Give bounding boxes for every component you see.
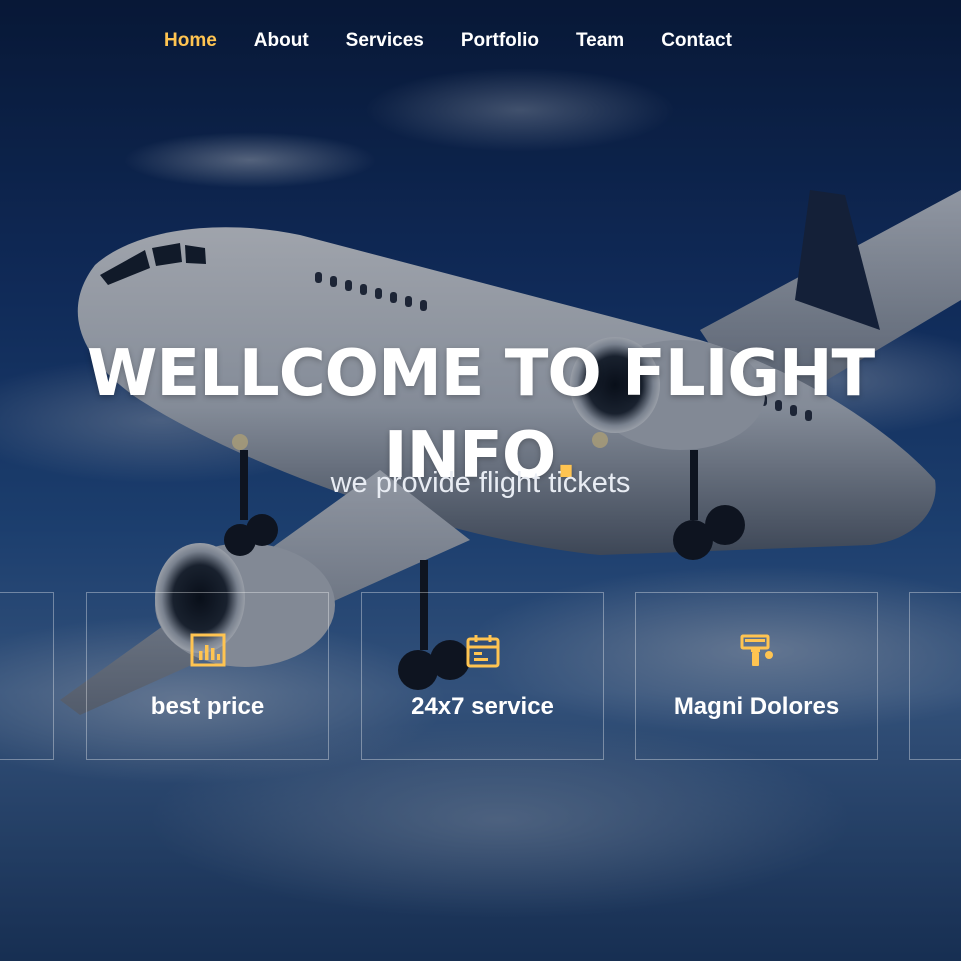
nav-item-portfolio[interactable]: Portfolio [461,26,539,56]
nav-item-contact[interactable]: Contact [661,26,732,56]
calendar-icon [362,633,603,669]
bar-chart-icon [87,633,328,669]
paint-roller-icon [636,633,877,669]
feature-label: Magni Dolores [673,693,840,720]
nav-item-about[interactable]: About [254,26,309,56]
feature-box-partial-left[interactable]: e [0,592,54,760]
headline-line-1: WELLCOME TO FLIGHT [86,336,875,411]
hero-section: Home About Services Portfolio Team Conta… [0,0,961,961]
feature-boxes: e best price [0,592,961,762]
feature-box-magni-dolores[interactable]: Magni Dolores [635,592,878,760]
feature-label: best price [150,693,265,720]
nav-item-team[interactable]: Team [576,26,624,56]
feature-box-partial-right[interactable] [909,592,961,760]
feature-box-best-price[interactable]: best price [86,592,329,760]
nav-item-home[interactable]: Home [164,26,217,56]
feature-label: 24x7 service [411,693,554,720]
nav-item-services[interactable]: Services [346,26,424,56]
feature-box-24x7-service[interactable]: 24x7 service [361,592,604,760]
main-nav: Home About Services Portfolio Team Conta… [164,26,769,56]
hero-subtitle: we provide flight tickets [330,467,631,499]
